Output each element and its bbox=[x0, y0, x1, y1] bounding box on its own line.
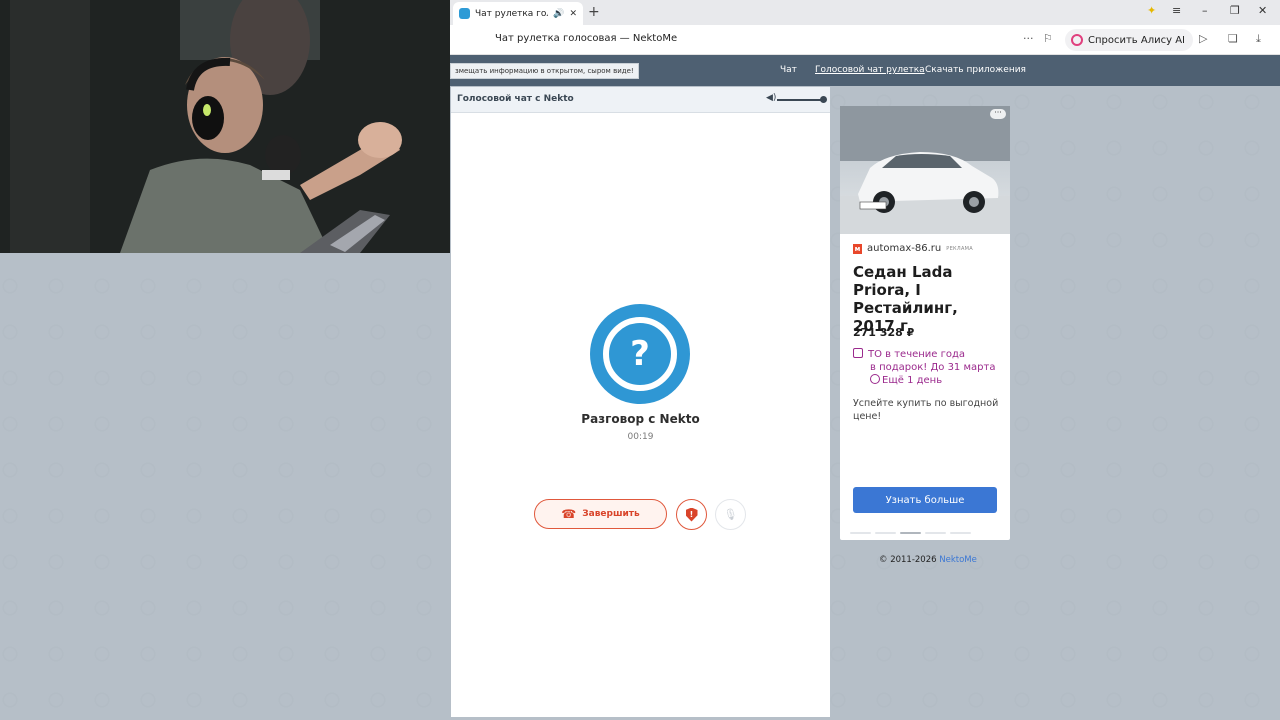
site-nav: змещать информацию в открытом, сыром вид… bbox=[450, 55, 1280, 86]
ad-source-domain[interactable]: automax-86.ru bbox=[867, 243, 941, 254]
url-text[interactable]: Чат рулетка голосовая — NektoMe bbox=[495, 33, 677, 44]
gift-icon bbox=[853, 348, 863, 358]
ask-alice-button[interactable]: Спросить Алису AI bbox=[1065, 29, 1193, 51]
ad-car-image[interactable]: ··· bbox=[840, 106, 1010, 234]
mute-mic-button[interactable]: 🎙 bbox=[715, 499, 746, 530]
ad-source[interactable]: м automax-86.ru РЕКЛАМА bbox=[853, 243, 973, 254]
footer-nektome-link[interactable]: NektoMe bbox=[939, 555, 977, 565]
browser-tab[interactable]: Чат рулетка голосовая — NektoMe 🔊 ✕ bbox=[453, 2, 583, 25]
ad-title[interactable]: Седан Lada Priora, I Рестайлинг, 2017 г bbox=[853, 263, 1003, 335]
ad-card[interactable]: ··· м automax-86.ru РЕКЛАМА Седан Lada P… bbox=[840, 106, 1010, 540]
ad-promo: ТО в течение года в подарок! До 31 марта… bbox=[853, 348, 1003, 387]
conversation-title: Разговор с Nekto bbox=[581, 412, 700, 426]
webcam-figure bbox=[0, 0, 450, 253]
stranger-avatar: ? bbox=[590, 304, 690, 404]
chat-header-title: Голосовой чат с Nekto bbox=[457, 94, 574, 104]
end-call-button[interactable]: ☎ Завершить bbox=[534, 499, 667, 529]
bookmark-icon[interactable]: ⚐ bbox=[1043, 32, 1053, 45]
chat-header: Голосовой чат с Nekto ◀) bbox=[451, 87, 830, 113]
promo-line-1: ТО в течение года bbox=[868, 349, 966, 360]
site-favicon-icon bbox=[459, 8, 470, 19]
webcam-overlay bbox=[0, 0, 450, 253]
carousel-dot[interactable] bbox=[925, 532, 946, 534]
carousel-dot[interactable] bbox=[875, 532, 896, 534]
hang-up-icon: ☎ bbox=[561, 507, 577, 521]
menu-icon[interactable]: ≡ bbox=[1172, 4, 1181, 17]
microphone-icon: 🎙 bbox=[723, 508, 738, 521]
minimize-icon[interactable]: – bbox=[1202, 4, 1208, 17]
ad-description: Успейте купить по выгодной цене! bbox=[853, 398, 999, 422]
close-window-icon[interactable]: ✕ bbox=[1258, 4, 1267, 17]
volume-icon[interactable]: ◀) bbox=[766, 93, 776, 103]
nav-voice-roulette-link[interactable]: Голосовой чат рулетка bbox=[815, 65, 925, 75]
ad-price: 271 328 ₽ bbox=[853, 326, 915, 339]
automax-logo-icon: м bbox=[853, 243, 862, 254]
end-call-label: Завершить bbox=[582, 509, 640, 519]
question-mark-icon: ? bbox=[603, 317, 677, 391]
report-button[interactable]: ! bbox=[676, 499, 707, 530]
promo-line-2: в подарок! До 31 марта bbox=[870, 362, 996, 373]
ad-label: РЕКЛАМА bbox=[946, 245, 974, 252]
collections-icon[interactable]: ❏ bbox=[1228, 32, 1238, 45]
call-timer: 00:19 bbox=[627, 432, 654, 442]
nav-download-apps-link[interactable]: Скачать приложения bbox=[925, 65, 1026, 75]
info-warning-badge: змещать информацию в открытом, сыром вид… bbox=[450, 63, 639, 79]
restore-icon[interactable]: ❐ bbox=[1230, 4, 1240, 17]
media-play-icon[interactable]: ▷ bbox=[1199, 32, 1207, 45]
address-bar[interactable]: Чат рулетка голосовая — NektoMe ··· ⚐ Сп… bbox=[450, 25, 1280, 55]
ask-alice-label: Спросить Алису AI bbox=[1088, 34, 1185, 46]
carousel-dot[interactable] bbox=[950, 532, 971, 534]
new-tab-button[interactable]: + bbox=[588, 4, 600, 20]
shield-icon: ! bbox=[685, 507, 698, 522]
volume-slider-track[interactable] bbox=[777, 99, 823, 101]
tab-title: Чат рулетка голосовая — NektoMe bbox=[475, 8, 548, 19]
yandex-sparkle-icon[interactable]: ✦ bbox=[1147, 4, 1156, 17]
ad-more-options-icon[interactable]: ··· bbox=[990, 109, 1006, 119]
browser-tab-bar: Чат рулетка голосовая — NektoMe 🔊 ✕ + ✦ … bbox=[450, 0, 1280, 25]
speaker-icon[interactable]: 🔊 bbox=[553, 9, 564, 19]
car-illustration bbox=[840, 106, 1010, 234]
copyright-text: © 2011-2026 bbox=[879, 555, 937, 565]
tab-close-icon[interactable]: ✕ bbox=[569, 9, 577, 19]
carousel-dot-active[interactable] bbox=[900, 532, 921, 534]
download-icon[interactable]: ⤓ bbox=[1256, 32, 1261, 46]
promo-line-3: Ещё 1 день bbox=[882, 375, 943, 386]
more-dots-icon[interactable]: ··· bbox=[1023, 32, 1034, 45]
site-footer: © 2011-2026 NektoMe bbox=[879, 555, 977, 565]
nav-chat-link[interactable]: Чат bbox=[780, 65, 797, 75]
clock-icon bbox=[870, 374, 880, 384]
learn-more-button[interactable]: Узнать больше bbox=[853, 487, 997, 513]
volume-slider-handle[interactable] bbox=[820, 96, 827, 103]
alice-icon bbox=[1071, 34, 1083, 46]
carousel-dot[interactable] bbox=[850, 532, 871, 534]
voice-chat-panel: Голосовой чат с Nekto ◀) ? Разговор с Ne… bbox=[451, 87, 830, 717]
ad-carousel-indicator bbox=[850, 532, 971, 534]
